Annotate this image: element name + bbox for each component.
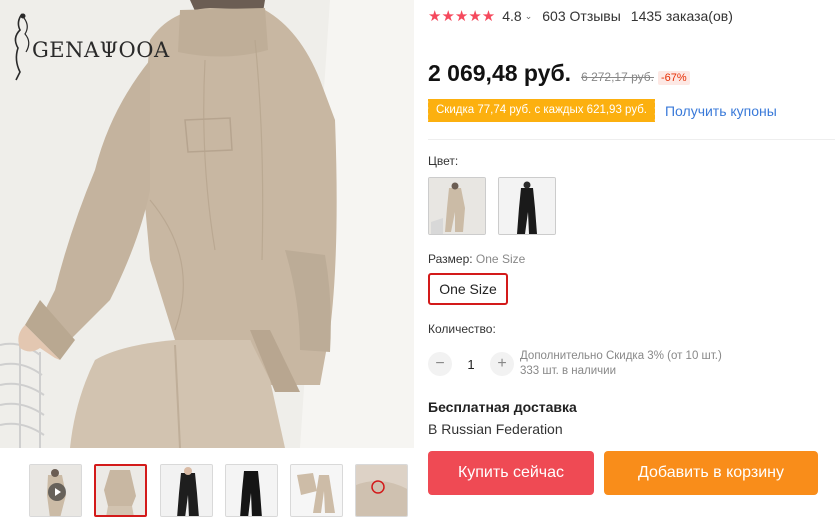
thumbnail-video[interactable] xyxy=(29,464,82,517)
size-label-row: Размер: One Size xyxy=(428,252,525,266)
color-swatch-image xyxy=(429,178,485,234)
divider xyxy=(428,139,835,140)
size-label: Размер: xyxy=(428,252,473,266)
thumbnail-black-set-2[interactable] xyxy=(225,464,278,517)
color-option-beige[interactable] xyxy=(428,177,486,235)
price-row: 2 069,48 руб. 6 272,17 руб. -67% xyxy=(428,60,690,87)
quantity-label: Количество: xyxy=(428,322,496,336)
color-label: Цвет: xyxy=(428,154,459,168)
thumbnail-black-set[interactable] xyxy=(160,464,213,517)
reviews-count[interactable]: 603 Отзывы xyxy=(542,8,621,24)
get-coupons-link[interactable]: Получить купоны xyxy=(665,103,777,119)
rating-stars-icon: ★★★★★ xyxy=(428,8,496,25)
thumbnail-image xyxy=(356,465,407,516)
plus-icon[interactable]: + xyxy=(490,352,514,376)
stock-count: 333 шт. в наличии xyxy=(520,365,617,377)
bulk-discount-note: Дополнительно Скидка 3% (от 10 шт.) xyxy=(520,350,722,362)
brand-logo: GENAΨOOA xyxy=(8,12,170,82)
shipping-destination[interactable]: В Russian Federation xyxy=(428,421,563,437)
color-swatch-image xyxy=(499,178,555,234)
thumbnail-detail[interactable] xyxy=(355,464,408,517)
quantity-input[interactable]: 1 xyxy=(452,357,490,372)
thumbnail-flatlay[interactable] xyxy=(290,464,343,517)
thumbnail-image xyxy=(226,465,277,516)
buy-now-button[interactable]: Купить сейчас xyxy=(428,451,594,495)
rating-value[interactable]: 4.8 xyxy=(502,8,521,24)
size-selected-value: One Size xyxy=(475,252,526,266)
quantity-stepper: − 1 + Дополнительно Скидка 3% (от 10 шт.… xyxy=(428,349,722,379)
chevron-down-icon[interactable]: ⌄ xyxy=(525,11,533,22)
coupon-row: Скидка 77,74 руб. с каждых 621,93 руб. П… xyxy=(426,99,777,122)
thumbnail-image xyxy=(161,465,212,516)
size-option-one-size[interactable]: One Size xyxy=(428,273,508,305)
minus-icon[interactable]: − xyxy=(428,352,452,376)
discount-badge: -67% xyxy=(658,71,690,85)
add-to-cart-button[interactable]: Добавить в корзину xyxy=(604,451,818,495)
play-icon xyxy=(48,483,66,501)
thumbnail-strip xyxy=(0,455,414,526)
main-product-image[interactable]: GENAΨOOA xyxy=(0,0,414,448)
color-option-black[interactable] xyxy=(498,177,556,235)
rating-row: ★★★★★ 4.8 ⌄ 603 Отзывы 1435 заказа(ов) xyxy=(428,6,733,26)
quantity-info: Дополнительно Скидка 3% (от 10 шт.) 333 … xyxy=(520,349,722,379)
brand-logo-text: GENAΨOOA xyxy=(32,38,170,62)
coupon-tag: Скидка 77,74 руб. с каждых 621,93 руб. xyxy=(426,99,655,122)
orders-count: 1435 заказа(ов) xyxy=(630,8,733,24)
thumbnail-selected[interactable] xyxy=(94,464,147,517)
old-price: 6 272,17 руб. xyxy=(581,70,654,84)
current-price: 2 069,48 руб. xyxy=(428,60,572,86)
thumbnail-image xyxy=(96,466,145,515)
shipping-title: Бесплатная доставка xyxy=(428,399,577,415)
thumbnail-image xyxy=(291,465,342,516)
